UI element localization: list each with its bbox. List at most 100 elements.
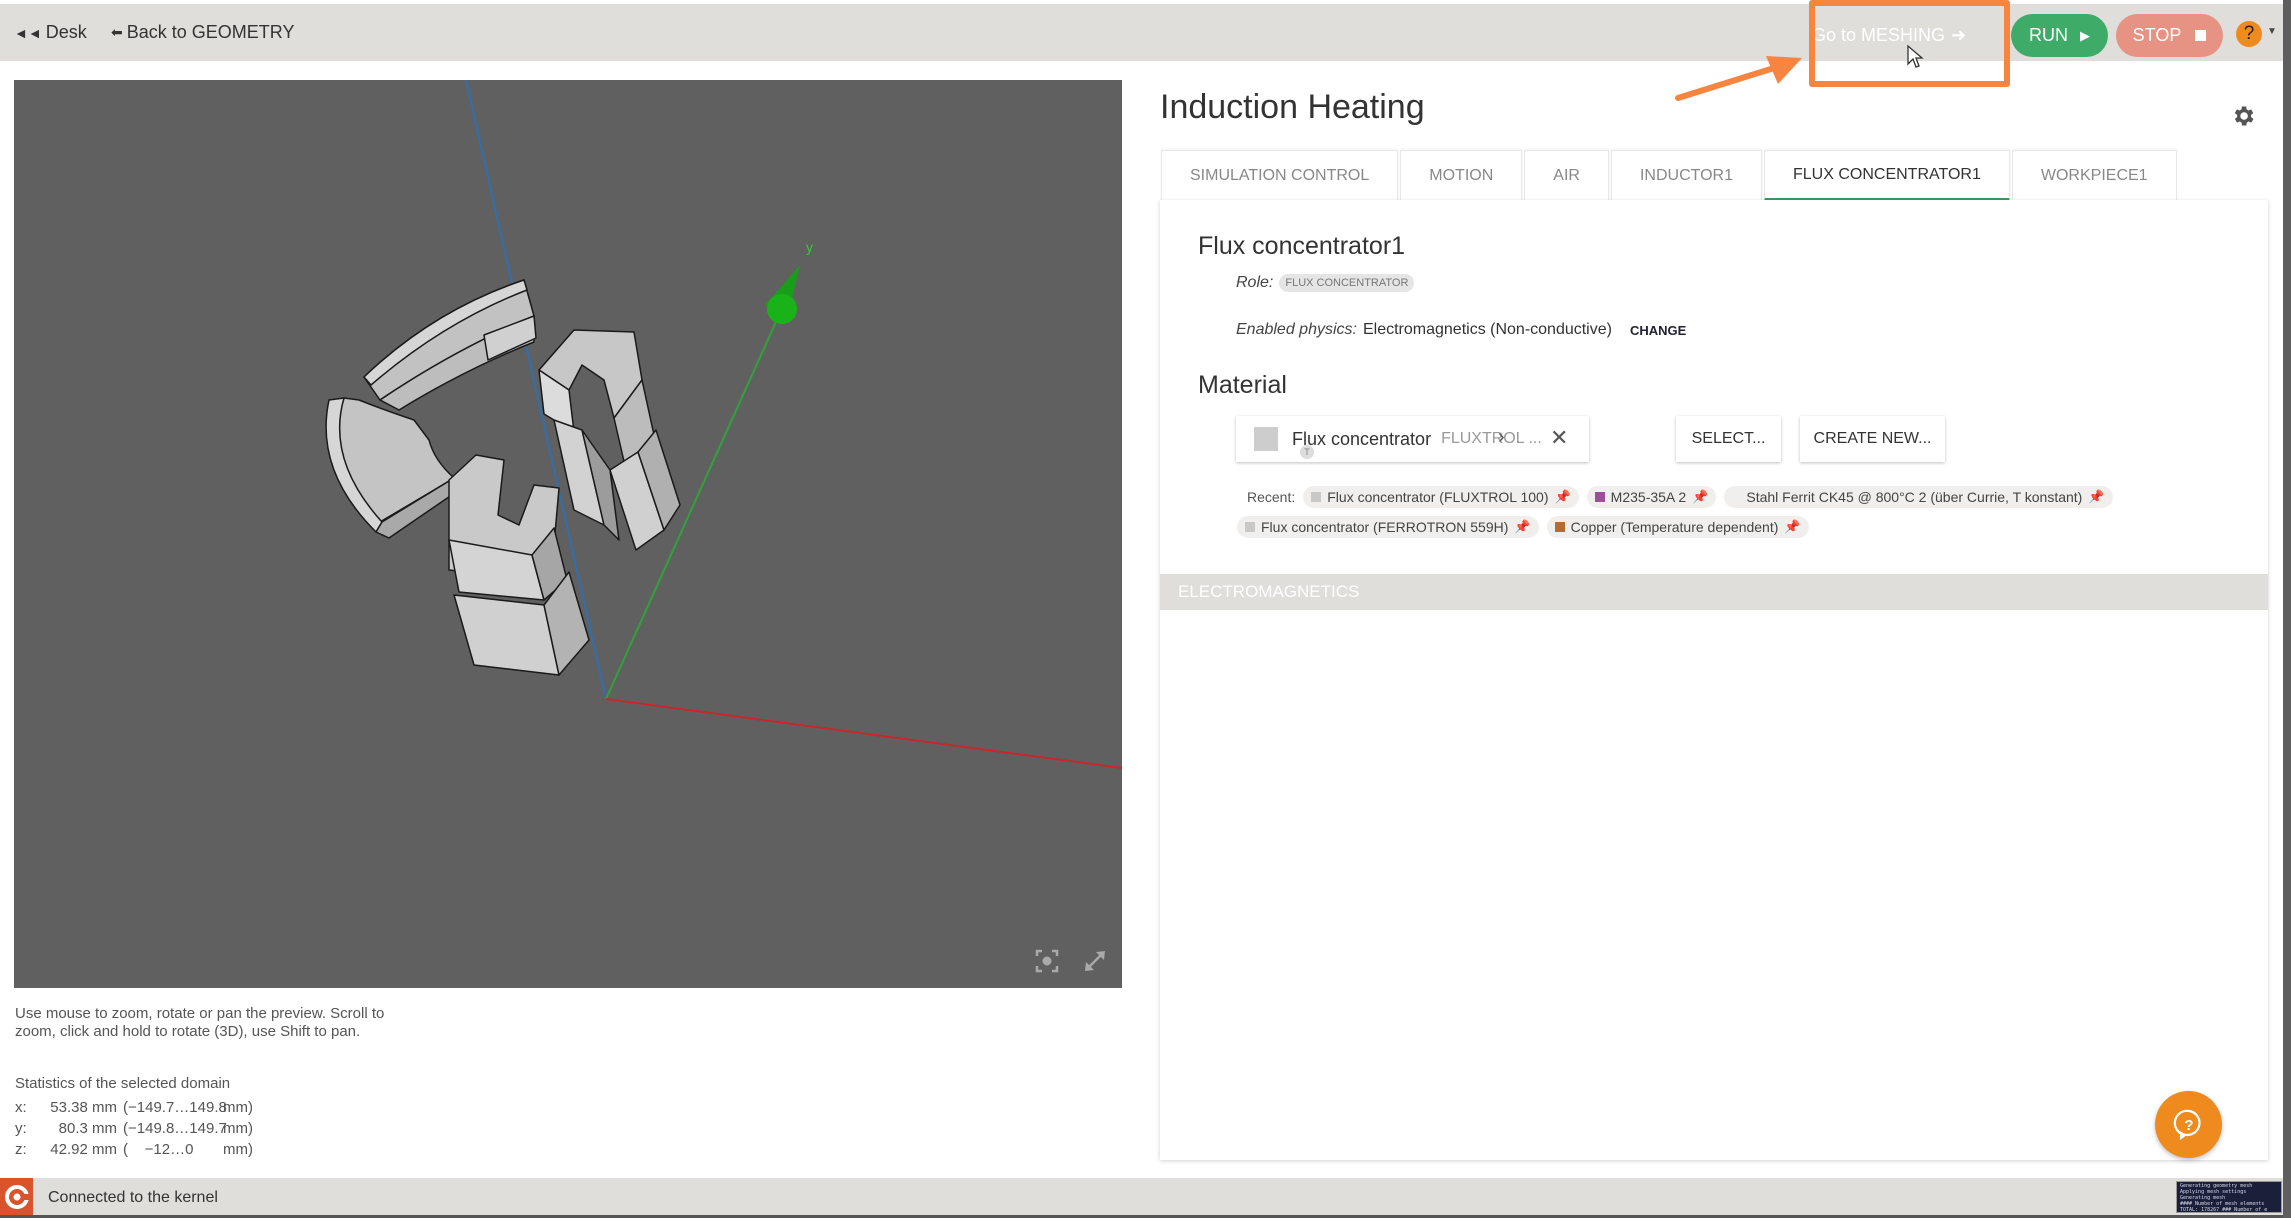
recent-material-label: M235-35A 2 xyxy=(1610,489,1687,505)
double-arrow-left-icon: ◄◄ xyxy=(14,24,42,41)
status-bar: Connected to the kernel xyxy=(0,1178,2283,1218)
role-badge: FLUX CONCENTRATOR xyxy=(1279,274,1415,292)
run-button[interactable]: RUN ▶ xyxy=(2011,14,2108,57)
tab-workpiece1[interactable]: WORKPIECE1 xyxy=(2011,150,2177,201)
help-chat-button[interactable]: ? xyxy=(2155,1091,2222,1158)
gear-icon[interactable] xyxy=(2230,103,2256,129)
material-heading: Material xyxy=(1198,371,1287,399)
stats-row-y: y: 80.3 mm (−149.8…149.7 mm) xyxy=(15,1118,253,1139)
recent-material-label: Flux concentrator (FLUXTROL 100) xyxy=(1327,489,1549,505)
domain-settings-panel: Flux concentrator1 Role: FLUX CONCENTRAT… xyxy=(1160,200,2268,1160)
close-icon[interactable]: ✕ xyxy=(1550,425,1568,451)
go-to-meshing-button[interactable]: Go to MESHING ➜ xyxy=(1812,20,1966,50)
pin-icon[interactable]: 📌 xyxy=(1692,489,1708,505)
window-scrollbar[interactable] xyxy=(2283,0,2291,1218)
help-chat-icon: ? xyxy=(2173,1109,2201,1140)
material-selector[interactable]: Flux concentrator FLUXTROL ... T › ✕ xyxy=(1236,416,1589,462)
y-axis-arrow-icon xyxy=(765,265,800,324)
pin-icon[interactable]: 📌 xyxy=(1554,489,1570,505)
stats-row-x: x: 53.38 mm (−149.7…149.8 mm) xyxy=(15,1097,253,1118)
arrow-right-icon: ➜ xyxy=(1951,24,1967,45)
desk-link[interactable]: ◄◄ Desk xyxy=(14,22,87,43)
physics-value: Electromagnetics (Non-conductive) xyxy=(1362,321,1612,338)
recent-material-chip[interactable]: Stahl Ferrit CK45 @ 800°C 2 (über Currie… xyxy=(1724,486,2113,508)
electromagnetics-section-header[interactable]: ELECTROMAGNETICS xyxy=(1160,574,2268,610)
stats-value: 53.38 mm xyxy=(50,1099,117,1116)
stop-label: STOP xyxy=(2132,25,2182,45)
create-new-material-button[interactable]: CREATE NEW... xyxy=(1800,416,1945,462)
pin-icon[interactable]: 📌 xyxy=(1514,519,1530,535)
stats-unit: mm) xyxy=(223,1120,253,1137)
question-icon: ? xyxy=(2243,23,2255,44)
stats-value: 42.92 mm xyxy=(50,1141,117,1158)
domain-name-heading: Flux concentrator1 xyxy=(1198,232,1406,260)
physics-row: Enabled physics: Electromagnetics (Non-c… xyxy=(1236,321,1686,339)
tab-flux-concentrator1[interactable]: FLUX CONCENTRATOR1 xyxy=(1764,150,2010,201)
recent-material-chip[interactable]: Flux concentrator (FERROTRON 559H) 📌 xyxy=(1237,516,1539,538)
stats-value: 80.3 mm xyxy=(58,1120,117,1137)
recent-material-label: Copper (Temperature dependent) xyxy=(1570,519,1779,535)
recent-material-label: Stahl Ferrit CK45 @ 800°C 2 (über Currie… xyxy=(1746,489,2083,505)
stats-unit: mm) xyxy=(223,1099,253,1116)
recent-label: Recent: xyxy=(1247,489,1296,505)
flux-concentrator-geometry xyxy=(325,279,681,676)
stats-title: Statistics of the selected domain xyxy=(15,1075,231,1092)
temperature-badge: T xyxy=(1300,445,1314,459)
recent-material-label: Flux concentrator (FERROTRON 559H) xyxy=(1261,519,1509,535)
stats-range: (−149.8…149.7 xyxy=(123,1120,227,1137)
stop-icon xyxy=(2195,30,2207,41)
stats-range: (−149.7…149.8 xyxy=(123,1099,227,1116)
domain-tabs: SIMULATION CONTROL MOTION AIR INDUCTOR1 … xyxy=(1161,150,2179,201)
back-to-geometry-link[interactable]: ⬅ Back to GEOMETRY xyxy=(111,22,294,43)
physics-label: Enabled physics: xyxy=(1236,321,1357,338)
3d-scene[interactable]: y xyxy=(14,80,1122,988)
arrow-left-icon: ⬅ xyxy=(111,24,123,40)
pin-icon[interactable]: 📌 xyxy=(2088,489,2104,505)
material-color-swatch xyxy=(1311,492,1322,502)
change-physics-button[interactable]: CHANGE xyxy=(1630,323,1686,338)
select-material-button[interactable]: SELECT... xyxy=(1676,416,1781,462)
chevron-right-icon[interactable]: › xyxy=(1498,426,1505,449)
app-logo-icon xyxy=(0,1178,33,1215)
recent-row-2: Flux concentrator (FERROTRON 559H) 📌 Cop… xyxy=(1237,516,2197,538)
stats-axis: z: xyxy=(15,1141,27,1158)
3d-preview-viewport[interactable]: y xyxy=(14,80,1122,988)
stop-button[interactable]: STOP xyxy=(2116,14,2223,57)
material-color-swatch xyxy=(1594,492,1605,502)
stats-row-z: z: 42.92 mm ( −12…0 mm) xyxy=(15,1139,253,1160)
recent-material-chip[interactable]: Copper (Temperature dependent) 📌 xyxy=(1546,516,1809,538)
y-axis-label: y xyxy=(806,239,813,255)
domain-statistics: x: 53.38 mm (−149.7…149.8 mm) y: 80.3 mm… xyxy=(15,1097,253,1160)
viewport-help-text: Use mouse to zoom, rotate or pan the pre… xyxy=(15,1005,385,1040)
fullscreen-expand-icon[interactable] xyxy=(1080,946,1110,976)
role-label: Role: xyxy=(1236,274,1274,291)
pin-icon[interactable]: 📌 xyxy=(1784,519,1800,535)
material-color-swatch xyxy=(1245,522,1255,532)
tab-simulation-control[interactable]: SIMULATION CONTROL xyxy=(1161,150,1399,201)
material-name: Flux concentrator xyxy=(1292,428,1432,449)
back-label: Back to GEOMETRY xyxy=(126,22,295,42)
top-toolbar: ◄◄ Desk ⬅ Back to GEOMETRY Go to MESHING… xyxy=(0,0,2283,61)
recenter-view-icon[interactable] xyxy=(1032,946,1062,976)
tab-air[interactable]: AIR xyxy=(1524,150,1609,201)
console-log-thumbnail[interactable]: Generating geometry mesh Applying mesh s… xyxy=(2176,1181,2282,1213)
meshing-label: Go to MESHING xyxy=(1812,24,1946,45)
stats-unit: mm) xyxy=(223,1141,253,1158)
x-axis-line xyxy=(605,698,1122,769)
role-row: Role: FLUX CONCENTRATOR xyxy=(1236,274,1415,292)
material-swatch xyxy=(1254,427,1278,451)
recent-material-chip[interactable]: Flux concentrator (FLUXTROL 100) 📌 xyxy=(1303,486,1579,508)
tab-motion[interactable]: MOTION xyxy=(1400,150,1523,201)
recent-material-chip[interactable]: M235-35A 2 📌 xyxy=(1586,486,1717,508)
stats-axis: y: xyxy=(15,1120,27,1137)
recent-materials: Recent: Flux concentrator (FLUXTROL 100)… xyxy=(1237,486,2207,538)
stats-axis: x: xyxy=(15,1099,27,1116)
desk-label: Desk xyxy=(45,22,87,42)
svg-text:?: ? xyxy=(2184,1117,2193,1134)
stats-range: ( −12…0 xyxy=(123,1141,194,1158)
play-icon: ▶ xyxy=(2080,27,2090,43)
tab-inductor1[interactable]: INDUCTOR1 xyxy=(1610,150,1762,201)
caret-down-icon[interactable]: ▼ xyxy=(2267,26,2277,37)
connection-status: Connected to the kernel xyxy=(48,1189,218,1206)
help-menu-button[interactable]: ? xyxy=(2236,21,2262,47)
